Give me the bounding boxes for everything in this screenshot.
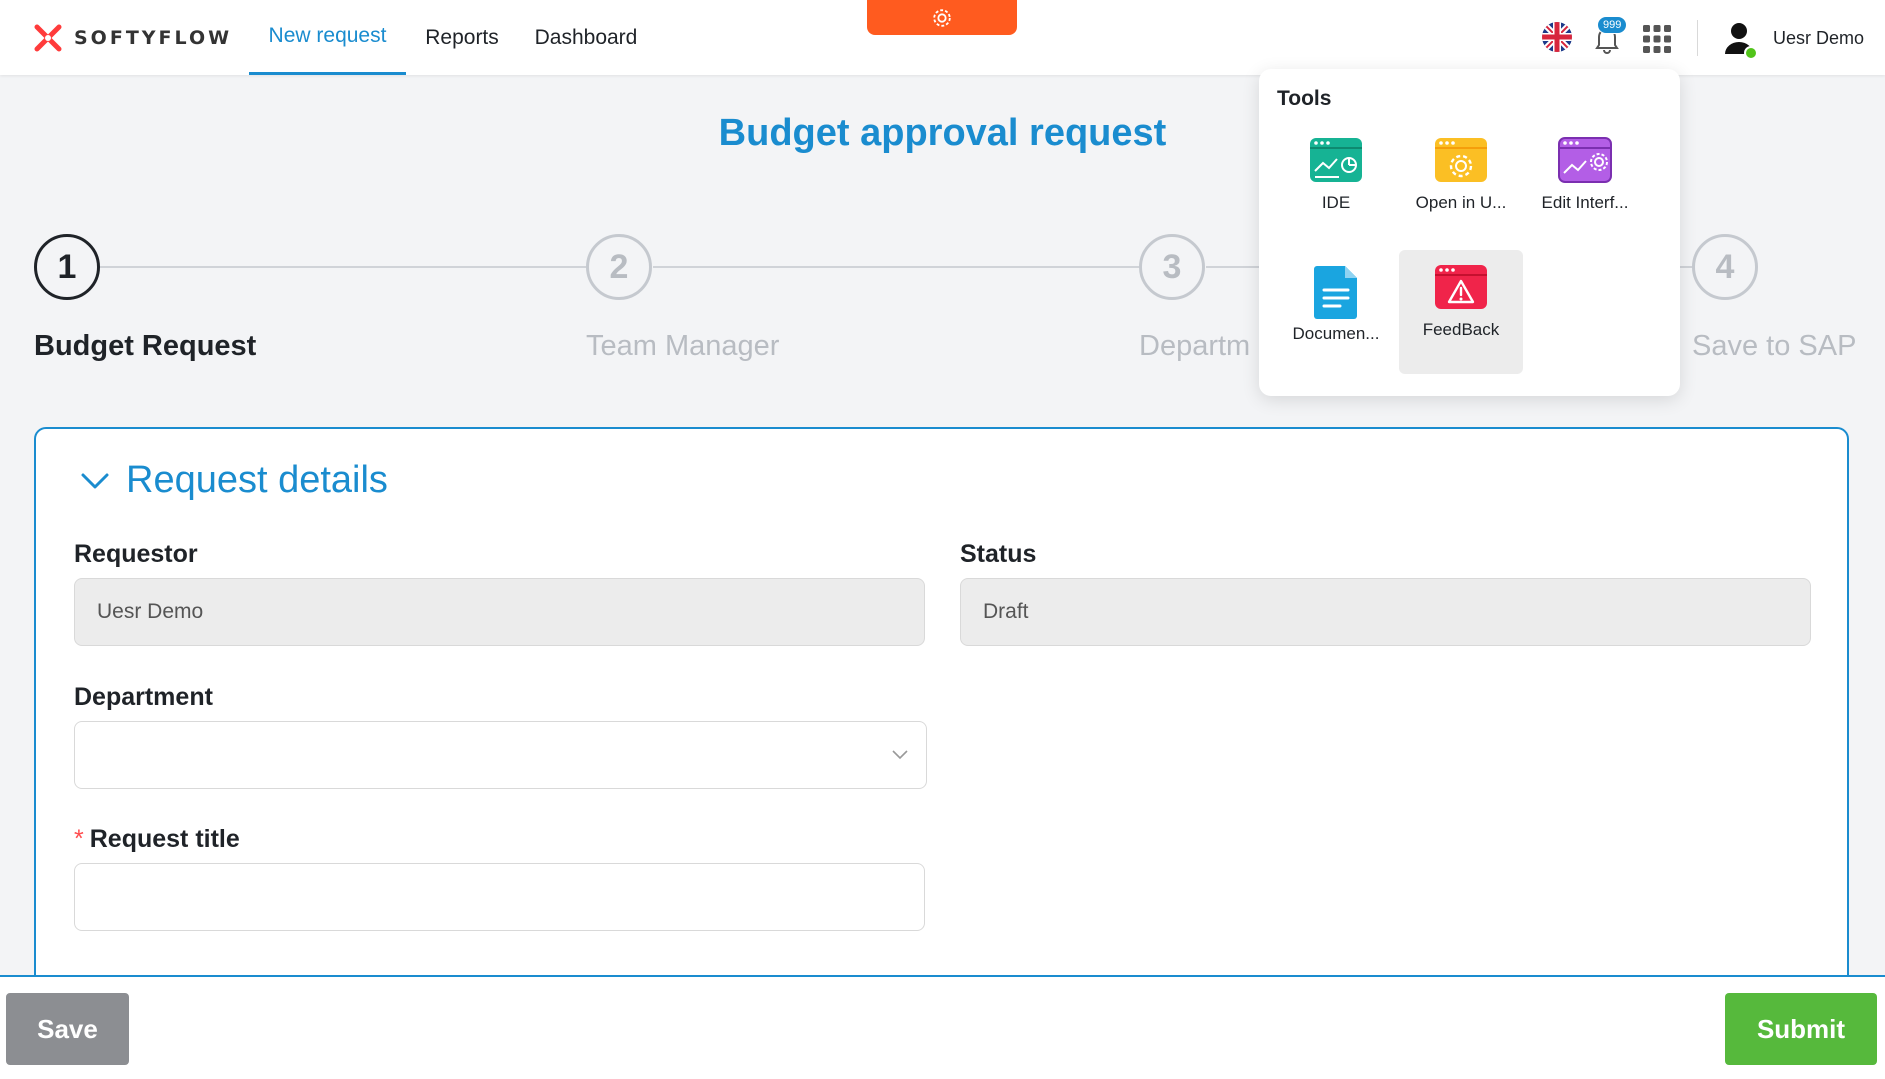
tool-open-in-ui-label: Open in U...	[1415, 193, 1507, 212]
notification-badge: 999	[1597, 16, 1628, 34]
request-title-input[interactable]	[74, 863, 925, 931]
step-1-circle[interactable]: 1	[34, 234, 100, 300]
action-bar: Save Submit	[0, 975, 1885, 1079]
tool-edit-interface-label: Edit Interf...	[1541, 193, 1629, 212]
step-4-circle[interactable]: 4	[1692, 234, 1758, 300]
step-3-circle[interactable]: 3	[1139, 234, 1205, 300]
tool-open-in-ui[interactable]: Open in U...	[1399, 123, 1523, 247]
step-connector	[100, 266, 586, 268]
logo[interactable]: SOFTYFLOW	[34, 24, 232, 52]
user-name[interactable]: Uesr Demo	[1773, 28, 1864, 49]
tools-menu: Tools IDE Open in U... Edit Interf... Do…	[1259, 69, 1680, 396]
step-connector	[653, 266, 1139, 268]
edit-interface-icon	[1558, 137, 1612, 183]
tool-edit-interface[interactable]: Edit Interf...	[1523, 123, 1647, 247]
top-navbar: SOFTYFLOW New request Reports Dashboard …	[0, 0, 1885, 75]
requestor-field: Uesr Demo	[74, 578, 925, 646]
tools-title: Tools	[1277, 87, 1332, 110]
uk-flag-icon[interactable]	[1541, 21, 1573, 53]
section-title: Request details	[126, 459, 388, 501]
step-1-label: Budget Request	[34, 330, 257, 362]
logo-text: SOFTYFLOW	[74, 27, 233, 49]
chevron-down-icon	[892, 750, 908, 760]
section-header[interactable]: Request details	[80, 459, 388, 502]
tool-documentation[interactable]: Documen...	[1274, 250, 1398, 374]
request-title-label: * Request title	[74, 825, 240, 854]
step-4-label: Save to SAP	[1692, 330, 1857, 362]
required-asterisk: *	[74, 825, 84, 853]
settings-gear-icon	[933, 8, 951, 27]
department-select[interactable]	[74, 721, 927, 789]
tool-feedback-label: FeedBack	[1422, 320, 1500, 339]
divider	[1697, 20, 1698, 56]
tab-reports[interactable]: Reports	[418, 0, 506, 75]
settings-tab[interactable]	[867, 0, 1017, 35]
tab-dashboard[interactable]: Dashboard	[530, 0, 642, 75]
tool-ide[interactable]: IDE	[1274, 123, 1398, 247]
status-field: Draft	[960, 578, 1811, 646]
department-label: Department	[74, 683, 213, 711]
tool-documentation-label: Documen...	[1292, 324, 1380, 343]
apps-grid-icon[interactable]	[1642, 24, 1672, 54]
submit-button[interactable]: Submit	[1725, 993, 1877, 1065]
open-in-ui-icon	[1435, 138, 1487, 182]
status-label: Status	[960, 540, 1037, 568]
step-2-label: Team Manager	[586, 330, 780, 362]
save-button[interactable]: Save	[6, 993, 129, 1065]
request-details-card: Request details Requestor Uesr Demo Stat…	[34, 427, 1849, 1027]
request-title-label-text: Request title	[89, 825, 240, 853]
step-2-circle[interactable]: 2	[586, 234, 652, 300]
tool-ide-label: IDE	[1321, 193, 1351, 212]
document-icon	[1314, 266, 1357, 319]
softyflow-logo-icon	[34, 24, 62, 52]
tool-feedback[interactable]: FeedBack	[1399, 250, 1523, 374]
chevron-down-icon[interactable]	[80, 471, 110, 491]
feedback-icon	[1435, 265, 1487, 309]
requestor-label: Requestor	[74, 540, 198, 568]
tab-new-request[interactable]: New request	[249, 0, 406, 75]
online-status-dot	[1744, 46, 1758, 60]
ide-icon	[1310, 138, 1362, 182]
step-3-label: Departm	[1139, 330, 1251, 362]
